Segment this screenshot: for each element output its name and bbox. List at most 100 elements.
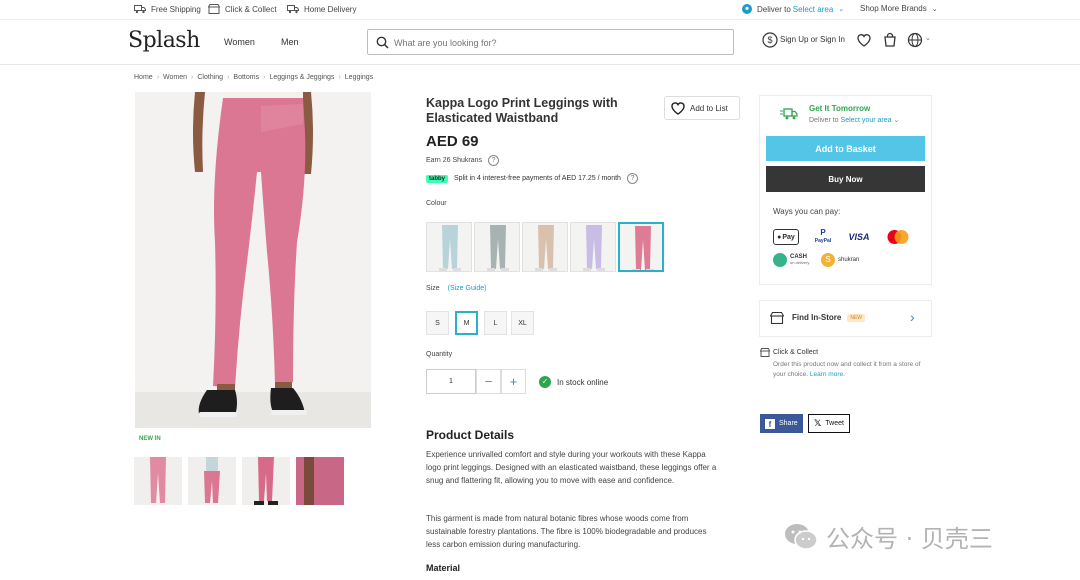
thumbnail-2[interactable]	[188, 457, 236, 505]
store-icon	[770, 312, 784, 324]
ways-to-pay-label: Ways you can pay:	[773, 207, 841, 216]
thumbnail-image	[150, 457, 166, 503]
paypal-glyph: P	[820, 228, 826, 237]
splash-logo[interactable]: Splash	[128, 28, 200, 53]
breadcrumb-leggings-jeggings[interactable]: Leggings & Jeggings	[269, 74, 334, 81]
cash-text: CASH on delivery	[790, 254, 809, 266]
thumbnail-4[interactable]	[296, 457, 344, 505]
tweet-button[interactable]: 𝕏 Tweet	[808, 414, 850, 433]
shop-more-label: Shop More Brands	[860, 4, 927, 13]
breadcrumb-women[interactable]: Women	[163, 74, 187, 81]
colour-swatch-5[interactable]	[618, 222, 664, 272]
product-details-sustainability: This garment is made from natural botani…	[426, 514, 707, 549]
help-icon[interactable]: ?	[488, 155, 500, 166]
add-to-basket-button[interactable]: Add to Basket	[766, 136, 925, 161]
tabby-text: Split in 4 interest-free payments of AED…	[454, 175, 621, 182]
learn-more-link[interactable]: Learn more.	[810, 371, 845, 378]
thumbnail-1[interactable]	[134, 457, 182, 505]
free-shipping-link[interactable]: Free Shipping	[134, 4, 201, 14]
store-icon	[208, 4, 220, 14]
find-in-store[interactable]: Find In-Store NEW	[792, 313, 865, 322]
paypal-icon: P PayPal	[809, 228, 837, 246]
chevron-down-icon: ⌄	[925, 35, 931, 42]
globe-icon[interactable]	[907, 32, 923, 48]
colour-swatch-4[interactable]	[570, 222, 616, 272]
shukrans-label: Earn 26 Shukrans	[426, 157, 483, 164]
search-icon[interactable]	[376, 36, 389, 49]
deliver-to-selector[interactable]: Deliver to Select area ⌄	[742, 4, 844, 14]
swatch-leggings-image	[583, 225, 605, 271]
heart-icon	[671, 102, 685, 115]
truck-icon	[134, 5, 146, 14]
size-option-m[interactable]: M	[455, 311, 478, 335]
select-your-area-link[interactable]: Select your area	[841, 117, 892, 124]
basket-icon[interactable]	[882, 32, 898, 48]
breadcrumb-separator: ›	[338, 74, 341, 81]
swatch-leggings-image	[535, 225, 557, 271]
quantity-input[interactable]: 1	[426, 369, 476, 394]
thumbnail-image	[254, 457, 278, 505]
mastercard-icon	[887, 230, 909, 244]
tabby-badge: tabby	[426, 174, 449, 183]
breadcrumb-clothing[interactable]: Clothing	[197, 74, 223, 81]
check-circle-icon: ✓	[539, 376, 551, 388]
find-in-store-label: Find In-Store	[792, 313, 842, 322]
nav-men[interactable]: Men	[281, 37, 299, 47]
size-guide-link[interactable]: (Size Guide)	[448, 285, 487, 292]
help-icon[interactable]: ?	[626, 173, 638, 184]
chevron-down-icon: ⌄	[838, 6, 845, 13]
breadcrumb-separator: ›	[227, 74, 230, 81]
search-input[interactable]	[394, 34, 714, 51]
breadcrumb-separator: ›	[263, 74, 266, 81]
size-option-s[interactable]: S	[426, 311, 449, 335]
swatch-leggings-image	[632, 226, 654, 270]
breadcrumb-separator: ›	[156, 74, 160, 81]
account-icon[interactable]: $	[762, 32, 778, 48]
paypal-label: PayPal	[814, 238, 832, 244]
thumbnail-3[interactable]	[242, 457, 290, 505]
select-area-link[interactable]: Select area	[793, 5, 833, 14]
facebook-share-button[interactable]: f Share	[760, 414, 803, 433]
size-option-xl[interactable]: XL	[511, 311, 534, 335]
colour-swatch-3[interactable]	[522, 222, 568, 272]
leggings-illustration	[135, 92, 371, 428]
click-collect-link[interactable]: Click & Collect	[208, 4, 277, 14]
search-box	[367, 29, 734, 55]
add-to-list-button[interactable]: Add to List	[664, 96, 740, 120]
buy-now-button[interactable]: Buy Now	[766, 166, 925, 192]
home-delivery-link[interactable]: Home Delivery	[287, 4, 356, 14]
deliver-to-label: Deliver to	[757, 4, 791, 14]
get-it-tomorrow: Get It Tomorrow	[809, 104, 871, 113]
size-label-row: Size (Size Guide)	[426, 285, 487, 292]
cash-on-delivery-icon: CASH on delivery	[773, 252, 809, 268]
quantity-decrease-button[interactable]: −	[476, 369, 501, 394]
colour-swatch-1[interactable]	[426, 222, 472, 272]
top-utility-bar: Free Shipping Click & Collect Home Deliv…	[0, 0, 1080, 20]
size-option-l[interactable]: L	[484, 311, 507, 335]
chevron-right-icon[interactable]: ›	[910, 309, 915, 325]
site-header: Splash Women Men $ Sign Up or Sign In ⌄	[0, 20, 1080, 65]
product-details-description: Experience unrivalled comfort and style …	[426, 450, 717, 485]
nav-women[interactable]: Women	[224, 37, 255, 47]
click-collect-icon	[760, 348, 770, 357]
click-collect-label: Click & Collect	[225, 4, 277, 14]
free-shipping-label: Free Shipping	[151, 4, 201, 14]
quantity-increase-button[interactable]: +	[501, 369, 526, 394]
breadcrumb-home[interactable]: Home	[134, 74, 153, 81]
colour-swatch-2[interactable]	[474, 222, 520, 272]
sign-in-link[interactable]: Sign Up or Sign In	[780, 35, 845, 44]
swatch-leggings-image	[487, 225, 509, 271]
tweet-label: Tweet	[825, 420, 844, 427]
breadcrumb-bottoms[interactable]: Bottoms	[233, 74, 259, 81]
home-delivery-label: Home Delivery	[304, 4, 357, 14]
deliver-to-text: Deliver to Select your area ⌄	[809, 116, 899, 124]
wechat-icon	[785, 523, 818, 550]
svg-text:$: $	[767, 35, 772, 45]
watermark: 公众号 · 贝壳三	[784, 519, 993, 554]
product-main-image[interactable]	[135, 92, 371, 428]
shukran-glyph: S	[821, 253, 835, 267]
heart-icon[interactable]	[856, 32, 872, 48]
new-in-badge: NEW IN	[139, 436, 161, 442]
breadcrumb-separator: ›	[191, 74, 194, 81]
shop-more-brands-menu[interactable]: Shop More Brands ⌄	[860, 4, 938, 13]
